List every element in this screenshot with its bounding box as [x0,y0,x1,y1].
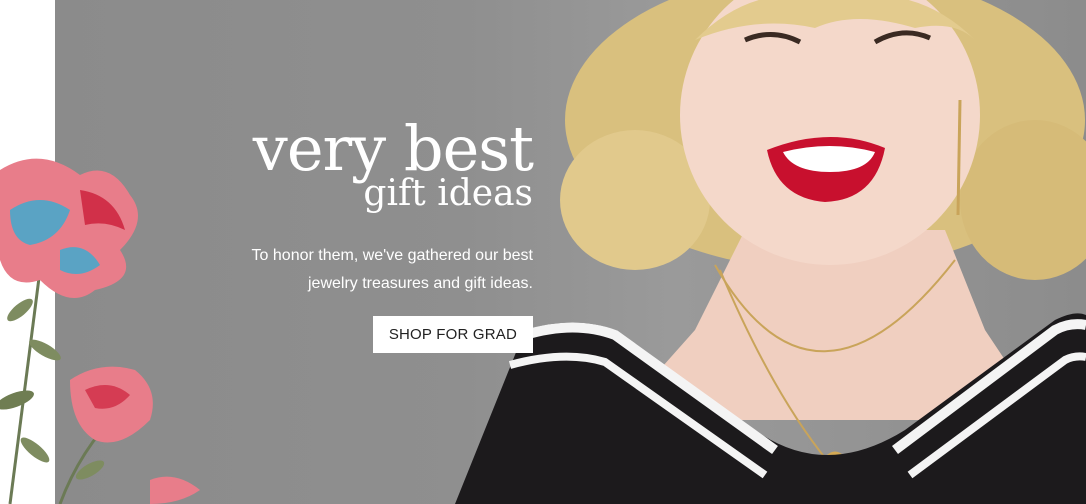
headline-line1: very best [252,112,534,185]
subtext: To honor them, we've gathered our best j… [205,242,533,298]
shop-for-grad-button[interactable]: SHOP FOR GRAD [372,316,533,353]
subtext-line2: jewelry treasures and gift ideas. [308,275,533,292]
floral-illustration [0,158,200,504]
subtext-line1: To honor them, we've gathered our best [251,247,533,264]
hero-copy: very best gift ideas To honor them, we'v… [205,112,534,353]
